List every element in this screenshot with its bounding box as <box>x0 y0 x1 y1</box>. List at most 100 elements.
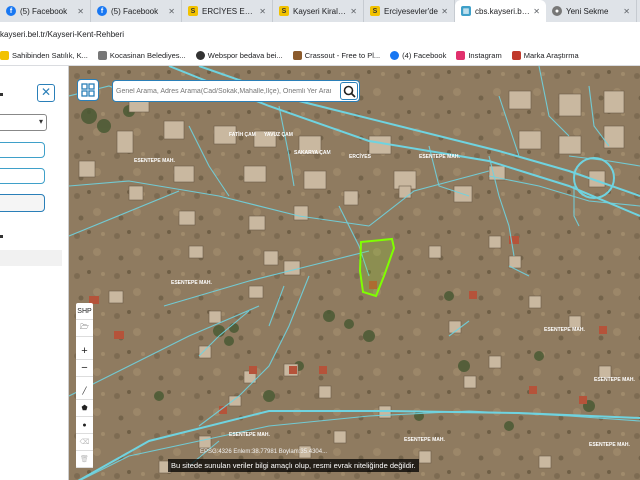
label-erciyes: ERCİYES <box>349 153 372 160</box>
tab-cbs-kayseri[interactable]: ▦ cbs.kayseri.bel.tr/✕ <box>455 0 546 22</box>
tab-label: Yeni Sekme <box>566 6 609 16</box>
bookmark-label: Webspor bedava bei... <box>207 51 283 60</box>
open-folder-button[interactable]: 🗁 <box>76 320 93 337</box>
label-sakarya: SAKARYA ÇAM <box>294 150 331 156</box>
instagram-icon <box>456 51 466 60</box>
facebook-icon: f <box>97 6 107 16</box>
zoom-in-button[interactable]: + <box>76 343 93 360</box>
close-icon[interactable]: ✕ <box>77 7 84 16</box>
label-esentepe: ESENTEPE MAH. <box>404 437 445 443</box>
satellite-map[interactable]: ESENTEPE MAH. ERCİYES FATİH ÇAM YAVUZ ÇA… <box>69 66 640 480</box>
tab-yeni-sekme[interactable]: ● Yeni Sekme ✕ <box>546 0 637 22</box>
label-esentepe: ESENTEPE MAH. <box>229 432 270 438</box>
tab-label: (5) Facebook <box>20 6 68 16</box>
tab-facebook-1[interactable]: f (5) Facebook ✕ <box>0 0 91 22</box>
result-row[interactable] <box>0 250 62 266</box>
tab-label: (5) Facebook <box>111 6 159 16</box>
facebook-icon: f <box>6 6 16 16</box>
bookmark-icon <box>511 51 521 60</box>
chevron-down-icon: ▾ <box>38 117 43 126</box>
label-esentepe: ESENTEPE MAH. <box>171 280 212 286</box>
panel-marker <box>0 235 3 238</box>
bookmark-crossout[interactable]: Crassout - Free to Pl... <box>292 51 381 60</box>
label-yavuz: YAVUZ ÇAM <box>264 132 293 138</box>
layers-icon <box>81 83 95 97</box>
zoom-out-button[interactable]: − <box>76 360 93 377</box>
bookmark-facebook[interactable]: (4) Facebook <box>390 51 446 60</box>
tab-facebook-2[interactable]: f (5) Facebook ✕ <box>91 0 182 22</box>
close-panel-button[interactable]: ✕ <box>37 84 55 102</box>
bookmark-icon <box>0 51 9 60</box>
shp-label: SHP <box>77 307 92 315</box>
close-icon[interactable]: ✕ <box>533 7 540 16</box>
tab-erciyesevler[interactable]: S Erciyesevler'de ✕ <box>364 0 455 22</box>
s-icon: S <box>188 6 198 16</box>
query-button[interactable] <box>0 194 45 212</box>
bookmark-kocasinan[interactable]: Kocasinan Belediyes... <box>97 51 186 60</box>
pentagon-icon: ⬟ <box>81 405 88 412</box>
close-icon[interactable]: ✕ <box>623 7 630 16</box>
plus-icon: + <box>81 345 88 357</box>
close-icon[interactable]: ✕ <box>259 7 266 16</box>
bookmark-label: Kocasinan Belediyes... <box>109 51 186 60</box>
bookmark-label: Crassout - Free to Pl... <box>304 51 381 60</box>
label-esentepe: ESENTEPE MAH. <box>419 154 460 160</box>
tab-label: cbs.kayseri.bel.tr/ <box>475 6 531 16</box>
bookmark-label: Sahibinden Satılık, K... <box>12 51 88 60</box>
search-button[interactable] <box>340 82 358 100</box>
globe-icon <box>195 51 205 60</box>
tab-label: Erciyesevler'de <box>384 6 438 16</box>
bookmark-instagram[interactable]: Instagram <box>456 51 502 60</box>
query-input-2[interactable] <box>0 168 45 184</box>
label-esentepe: ESENTEPE MAH. <box>589 442 630 448</box>
draw-point-button[interactable]: ● <box>76 417 93 434</box>
map-site-icon: ▦ <box>461 6 471 16</box>
tab-label: Kayseri Kiralık Res <box>293 6 347 16</box>
facebook-icon <box>390 51 400 60</box>
disclaimer-text: Bu sitede sunulan veriler bilgi amaçlı o… <box>168 459 419 472</box>
point-icon: ● <box>82 421 87 429</box>
close-icon[interactable]: ✕ <box>168 7 175 16</box>
shp-button[interactable]: SHP <box>76 303 93 320</box>
line-icon: ╱ <box>82 388 87 395</box>
tab-erciyes-evlerde[interactable]: S ERCİYES EVLERDE✕ <box>182 0 273 22</box>
chrome-icon: ● <box>552 6 562 16</box>
bookmark-icon <box>292 51 302 60</box>
bookmark-marka[interactable]: Marka Araştırma <box>511 51 579 60</box>
s-icon: S <box>370 6 380 16</box>
search-input[interactable] <box>113 87 331 95</box>
tab-kayseri-kiralik[interactable]: S Kayseri Kiralık Res✕ <box>273 0 364 22</box>
draw-line-button[interactable]: ╱ <box>76 383 93 400</box>
folder-icon: 🗁 <box>80 323 89 331</box>
bookmark-webspor[interactable]: Webspor bedava bei... <box>195 51 283 60</box>
tab-label: ERCİYES EVLERDE <box>202 6 256 16</box>
delete-button[interactable]: 🗑 <box>76 451 93 468</box>
url-text[interactable]: kayseri.bel.tr/Kayseri-Kent-Rehberi <box>0 30 124 39</box>
close-icon[interactable]: ✕ <box>441 7 448 16</box>
left-panel: ✕ ▾ <box>0 66 69 480</box>
trash-icon: 🗑 <box>80 456 89 463</box>
bookmark-sahibinden[interactable]: Sahibinden Satılık, K... <box>0 51 88 60</box>
label-esentepe: ESENTEPE MAH. <box>544 327 585 333</box>
bookmark-label: Marka Araştırma <box>523 51 579 60</box>
draw-polygon-button[interactable]: ⬟ <box>76 400 93 417</box>
district-select[interactable]: ▾ <box>0 114 47 131</box>
map-canvas[interactable]: ESENTEPE MAH. ERCİYES FATİH ÇAM YAVUZ ÇA… <box>69 66 640 480</box>
bookmark-label: (4) Facebook <box>402 51 447 60</box>
close-icon[interactable]: ✕ <box>350 7 357 16</box>
search-icon <box>343 85 356 98</box>
bookmark-label: Instagram <box>468 51 502 60</box>
address-bar[interactable]: kayseri.bel.tr/Kayseri-Kent-Rehberi <box>0 22 640 46</box>
query-input-1[interactable] <box>0 142 45 158</box>
minus-icon: − <box>81 362 88 374</box>
tab-strip: f (5) Facebook ✕ f (5) Facebook ✕ S ERCİYES E… <box>0 0 640 22</box>
map-toolbar: SHP 🗁 + − ╱ ⬟ ● ⌫ 🗑 <box>76 303 93 468</box>
panel-marker <box>0 93 3 96</box>
s-icon: S <box>279 6 289 16</box>
label-esentepe: ESENTEPE MAH. <box>594 377 635 383</box>
bookmark-icon <box>97 51 107 60</box>
bookmarks-bar: Sahibinden Satılık, K... Kocasinan Beled… <box>0 46 640 66</box>
layers-button[interactable] <box>77 79 99 101</box>
coordinate-readout: EPSG:4326 Enlem:38.77981 Boylam:35.4304.… <box>200 449 328 455</box>
clear-button[interactable]: ⌫ <box>76 434 93 451</box>
